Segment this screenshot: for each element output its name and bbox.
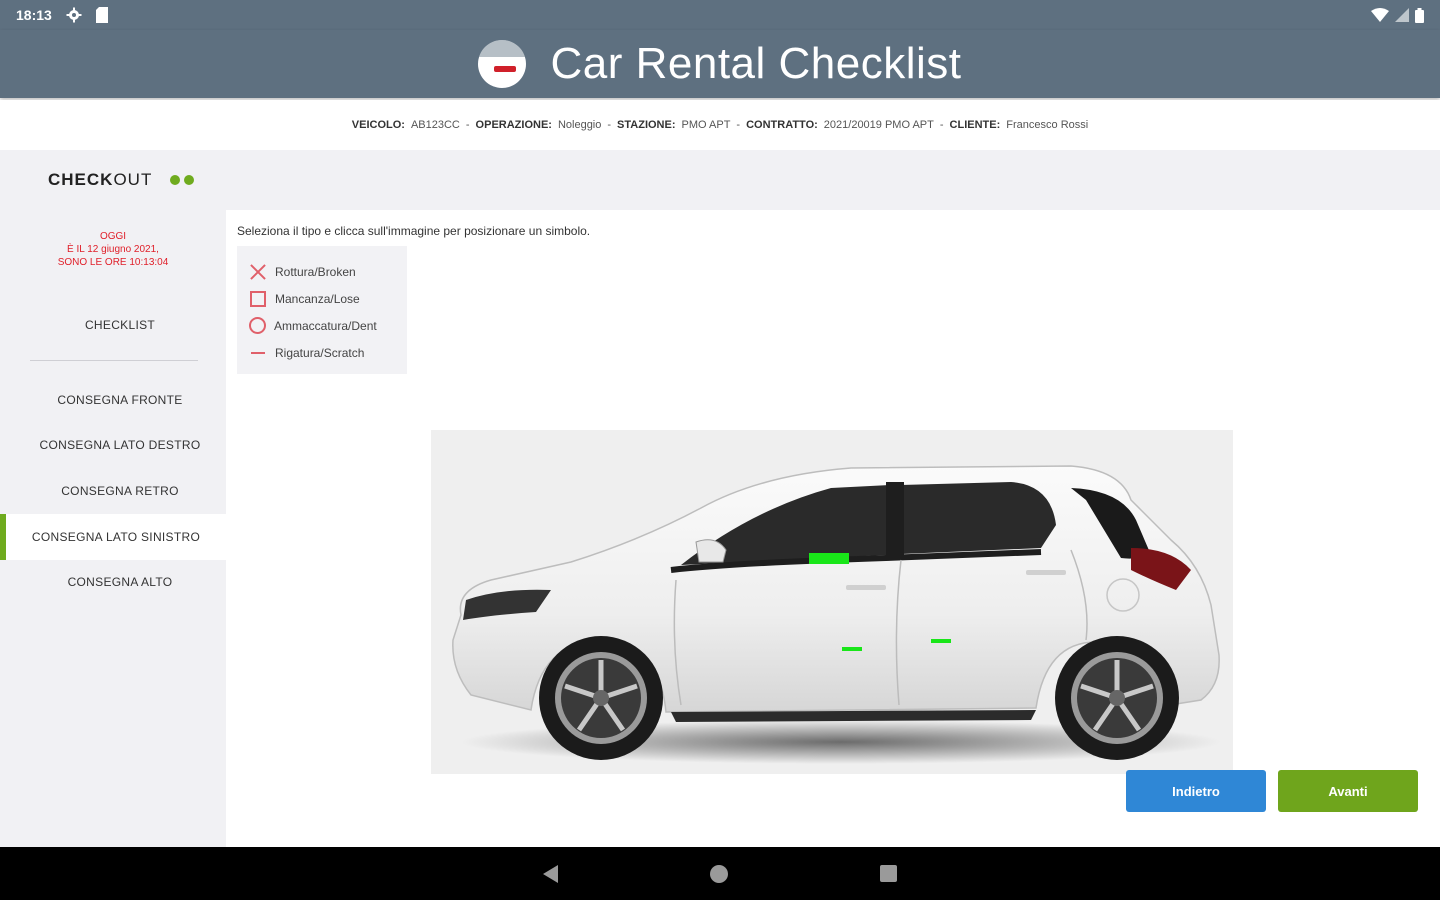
sidebar-item-consegna-lato-sinistro[interactable]: CONSEGNA LATO SINISTRO: [0, 514, 226, 560]
sidebar-item-consegna-retro[interactable]: CONSEGNA RETRO: [0, 468, 240, 514]
operation-value: Noleggio: [557, 119, 602, 131]
content-header-band: [226, 150, 1440, 210]
x-icon: [249, 263, 267, 281]
separator: -: [736, 119, 741, 131]
date-line: È IL 12 giugno 2021,: [67, 244, 159, 255]
sidebar: CHECKOUT OGGI È IL 12 giugno 2021, SONO …: [0, 150, 226, 847]
sidebar-item-consegna-alto[interactable]: CONSEGNA ALTO: [0, 559, 240, 605]
vehicle-label: VEICOLO:: [351, 119, 405, 131]
current-date-time: OGGI È IL 12 giugno 2021, SONO LE ORE 10…: [0, 230, 226, 269]
nav-recents-icon[interactable]: [880, 865, 897, 882]
signal-icon: [1395, 8, 1409, 22]
rental-info-bar: VEICOLO: AB123CC - OPERAZIONE: Noleggio …: [0, 100, 1440, 150]
circle-icon: [249, 317, 266, 334]
damage-type-scratch[interactable]: Rigatura/Scratch: [249, 339, 407, 366]
damage-type-legend: Rottura/Broken Mancanza/Lose Ammaccatura…: [237, 246, 407, 374]
separator: -: [607, 119, 612, 131]
sd-card-icon: [95, 7, 108, 23]
car-image-canvas[interactable]: [431, 430, 1233, 774]
sidebar-item-consegna-fronte[interactable]: CONSEGNA FRONTE: [0, 377, 240, 423]
station-value: PMO APT: [681, 119, 731, 131]
damage-type-label: Rigatura/Scratch: [275, 345, 365, 360]
car-left-side-image: [452, 465, 1221, 764]
date-line: OGGI: [99, 231, 127, 242]
progress-dot: [184, 175, 195, 185]
status-bar: 18:13: [0, 0, 1440, 30]
separator: -: [465, 119, 470, 131]
sidebar-divider: [30, 360, 198, 361]
checkout-title: CHECKOUT: [48, 170, 153, 189]
contract-value: 2021/20019 PMO APT: [823, 119, 934, 131]
progress-dot: [170, 175, 181, 185]
damage-type-lose[interactable]: Mancanza/Lose: [249, 285, 407, 312]
sidebar-item-checklist[interactable]: CHECKLIST: [0, 318, 240, 332]
vehicle-value: AB123CC: [410, 119, 460, 131]
client-label: CLIENTE:: [949, 119, 1001, 131]
station-label: STAZIONE:: [617, 119, 676, 131]
square-icon: [250, 290, 266, 307]
next-button[interactable]: Avanti: [1278, 770, 1418, 812]
operation-label: OPERAZIONE:: [475, 119, 552, 131]
app-bar: Car Rental Checklist: [0, 30, 1440, 98]
settings-icon: [66, 7, 82, 23]
damage-type-dent[interactable]: Ammaccatura/Dent: [249, 312, 407, 339]
nav-home-icon[interactable]: [710, 864, 728, 883]
damage-type-label: Rottura/Broken: [275, 264, 356, 279]
instruction-text: Seleziona il tipo e clicca sull'immagine…: [237, 224, 591, 238]
dash-icon: [249, 344, 267, 362]
app-title: Car Rental Checklist: [550, 39, 962, 88]
wifi-icon: [1371, 8, 1389, 22]
contract-label: CONTRATTO:: [746, 119, 818, 131]
system-nav-bar: [0, 847, 1440, 900]
client-value: Francesco Rossi: [1006, 119, 1089, 131]
sidebar-item-consegna-lato-destro[interactable]: CONSEGNA LATO DESTRO: [0, 422, 240, 468]
checkout-header: CHECKOUT: [48, 170, 195, 190]
battery-icon: [1415, 7, 1424, 23]
separator: -: [939, 119, 944, 131]
damage-type-broken[interactable]: Rottura/Broken: [249, 258, 407, 285]
app-logo-icon: [478, 40, 527, 88]
date-line: SONO LE ORE 10:13:04: [57, 257, 169, 268]
status-time: 18:13: [16, 7, 52, 23]
back-button[interactable]: Indietro: [1126, 770, 1266, 812]
nav-back-icon[interactable]: [543, 864, 558, 883]
progress-dots: [170, 175, 195, 185]
damage-type-label: Mancanza/Lose: [275, 291, 360, 306]
damage-type-label: Ammaccatura/Dent: [274, 318, 377, 333]
